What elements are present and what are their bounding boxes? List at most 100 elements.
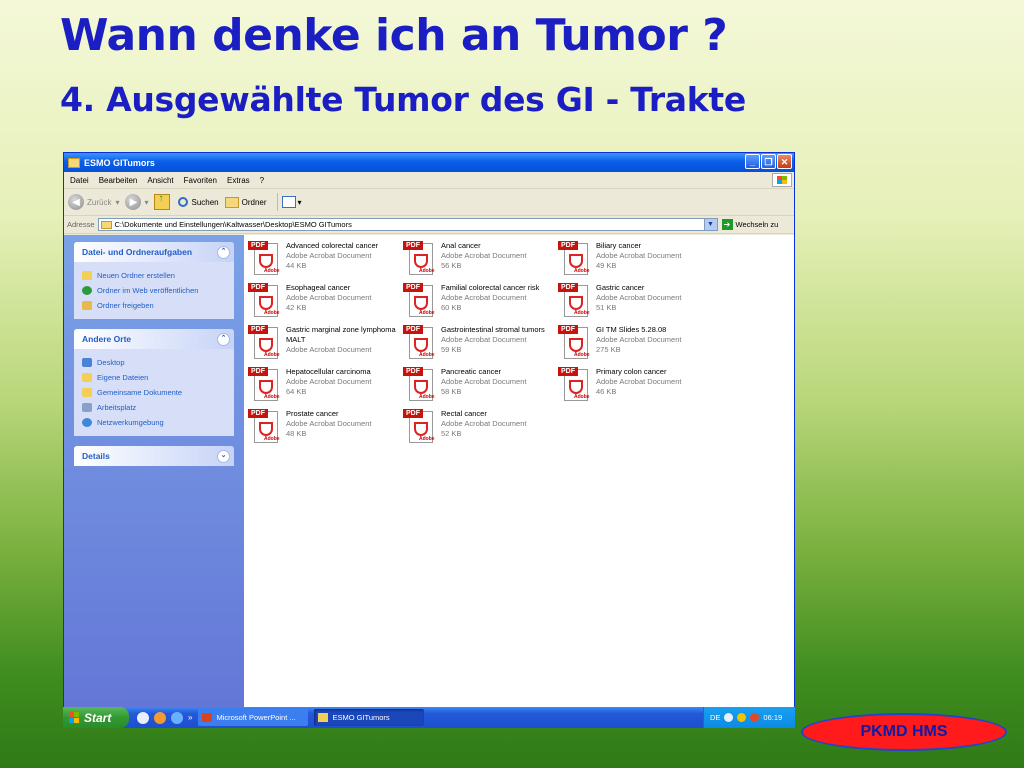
menu-datei[interactable]: Datei [70, 176, 89, 185]
file-item[interactable]: PDF Adobe Pancreatic cancer Adobe Acrobat … [403, 367, 553, 407]
file-item[interactable]: PDF Adobe Prostate cancer Adobe Acrobat Do… [248, 409, 398, 449]
task-pane: Datei- und Ordneraufgaben ⌃ Neuen Ordner… [64, 235, 244, 726]
show-desktop-icon[interactable] [137, 711, 149, 724]
toolbar: ◀ Zurück ▾ ▶▾ Suchen Ordner ▾ [64, 189, 794, 216]
file-item[interactable]: PDF Adobe Rectal cancer Adobe Acrobat Docu… [403, 409, 553, 449]
file-type: Adobe Acrobat Document [286, 419, 372, 428]
panel-details: Details ⌄ [74, 446, 234, 466]
task-label: Ordner im Web veröffentlichen [97, 286, 199, 295]
file-type: Adobe Acrobat Document [596, 377, 682, 386]
security-shield-icon[interactable] [737, 713, 747, 722]
file-name: Primary colon cancer [596, 367, 667, 376]
minimize-button[interactable]: _ [745, 154, 760, 169]
close-button[interactable]: ✕ [777, 154, 792, 169]
views-button[interactable]: ▾ [281, 196, 302, 208]
file-name: Prostate cancer [286, 409, 339, 418]
clock[interactable]: 06:19 [763, 713, 782, 722]
file-size: 275 KB [596, 345, 621, 354]
window-titlebar[interactable]: ESMO GITumors _ ❐ ✕ [64, 153, 794, 172]
file-type: Adobe Acrobat Document [441, 377, 527, 386]
search-icon [178, 197, 189, 207]
pdf-icon: PDF Adobe [403, 241, 437, 277]
task-publish-web[interactable]: Ordner im Web veröffentlichen [82, 283, 226, 298]
maximize-button[interactable]: ❐ [761, 154, 776, 169]
place-label: Eigene Dateien [97, 373, 149, 382]
panel-header[interactable]: Datei- und Ordneraufgaben ⌃ [74, 242, 234, 262]
file-item[interactable]: PDF Adobe Gastric marginal zone lymphoma … [248, 325, 398, 365]
file-name: Gastric marginal zone lymphoma MALT [286, 325, 396, 344]
file-type: Adobe Acrobat Document [286, 293, 372, 302]
file-item[interactable]: PDF Adobe GI TM Slides 5.28.08 Adobe Acrob… [558, 325, 708, 365]
menu-bearbeiten[interactable]: Bearbeiten [99, 176, 138, 185]
menu-ansicht[interactable]: Ansicht [147, 176, 173, 185]
file-size: 49 KB [596, 261, 617, 270]
quick-launch: » [137, 711, 192, 724]
place-label: Arbeitsplatz [97, 403, 137, 412]
menu-help[interactable]: ? [260, 176, 264, 185]
panel-title: Details [82, 451, 110, 461]
network-icon [82, 418, 92, 427]
forward-button[interactable]: ▶ ▾ [125, 194, 148, 210]
documents-folder-icon [82, 373, 92, 382]
file-size: 44 KB [286, 261, 307, 270]
file-item[interactable]: PDF Adobe Anal cancer Adobe Acrobat Docume… [403, 241, 553, 281]
file-item[interactable]: PDF Adobe Gastric cancer Adobe Acrobat Doc… [558, 283, 708, 323]
file-item[interactable]: PDF Adobe Biliary cancer Adobe Acrobat Doc… [558, 241, 708, 281]
chevron-down-icon[interactable]: ▼ [703, 219, 717, 230]
place-desktop[interactable]: Desktop [82, 355, 226, 370]
more-chevron-icon[interactable]: » [188, 713, 192, 722]
globe-icon [82, 286, 92, 295]
menu-favoriten[interactable]: Favoriten [184, 176, 217, 185]
pdf-icon: PDF Adobe [248, 409, 282, 445]
panel-title: Andere Orte [82, 334, 132, 344]
file-item[interactable]: PDF Adobe Hepatocellular carcinoma Adobe A… [248, 367, 398, 407]
back-button[interactable]: ◀ Zurück ▾ [68, 194, 119, 210]
address-label: Adresse [67, 220, 95, 229]
panel-header[interactable]: Andere Orte ⌃ [74, 329, 234, 349]
file-item[interactable]: PDF Adobe Gastrointestinal stromal tumors… [403, 325, 553, 365]
window-title: ESMO GITumors [84, 157, 155, 168]
tray-app-icon[interactable] [750, 713, 760, 722]
go-arrow-icon: ➔ [721, 219, 733, 230]
toolbar-separator [276, 193, 278, 211]
chevron-down-icon[interactable]: ⌄ [217, 449, 230, 463]
go-button[interactable]: ➔ Wechseln zu [721, 219, 778, 230]
folders-button[interactable]: Ordner [224, 196, 267, 208]
forward-arrow-icon: ▶ [125, 194, 142, 210]
address-input[interactable]: C:\Dokumente und Einstellungen\Kaltwasse… [97, 218, 718, 231]
place-my-documents[interactable]: Eigene Dateien [82, 370, 226, 385]
chevron-up-icon[interactable]: ⌃ [217, 245, 230, 259]
panel-title: Datei- und Ordneraufgaben [82, 247, 193, 257]
task-share-folder[interactable]: Ordner freigeben [82, 298, 226, 313]
file-item[interactable]: PDF Adobe Esophageal cancer Adobe Acrobat … [248, 283, 398, 323]
desktop-icon [82, 358, 92, 367]
start-button[interactable]: Start [63, 707, 129, 728]
internet-explorer-icon[interactable] [171, 711, 183, 724]
place-shared-documents[interactable]: Gemeinsame Dokumente [82, 385, 226, 400]
file-item[interactable]: PDF Adobe Advanced colorectal cancer Adobe… [248, 241, 398, 281]
place-network[interactable]: Netzwerkumgebung [82, 415, 226, 430]
search-button[interactable]: Suchen [178, 197, 219, 207]
pdf-icon: PDF Adobe [248, 241, 282, 277]
taskbar-item-explorer[interactable]: ESMO GITumors [314, 709, 425, 726]
up-button[interactable] [154, 193, 172, 210]
new-folder-icon [82, 271, 92, 280]
panel-header[interactable]: Details ⌄ [74, 446, 234, 466]
file-item[interactable]: PDF Adobe Familial colorectal cancer risk… [403, 283, 553, 323]
file-item[interactable]: PDF Adobe Primary colon cancer Adobe Acrob… [558, 367, 708, 407]
taskbar-item-powerpoint[interactable]: Microsoft PowerPoint ... [198, 709, 309, 726]
browser-icon[interactable] [154, 711, 166, 724]
place-label: Gemeinsame Dokumente [97, 388, 183, 397]
chevron-up-icon[interactable]: ⌃ [217, 332, 230, 346]
task-new-folder[interactable]: Neuen Ordner erstellen [82, 268, 226, 283]
language-indicator[interactable]: DE [710, 713, 720, 722]
back-label: Zurück [87, 197, 112, 207]
computer-icon [82, 403, 92, 412]
tray-arrow-icon[interactable] [724, 713, 734, 722]
place-my-computer[interactable]: Arbeitsplatz [82, 400, 226, 415]
folders-label: Ordner [241, 197, 267, 207]
file-size: 58 KB [441, 387, 462, 396]
slide-title: Wann denke ich an Tumor ? [60, 10, 728, 61]
menu-extras[interactable]: Extras [227, 176, 250, 185]
pdf-icon: PDF Adobe [558, 283, 592, 319]
